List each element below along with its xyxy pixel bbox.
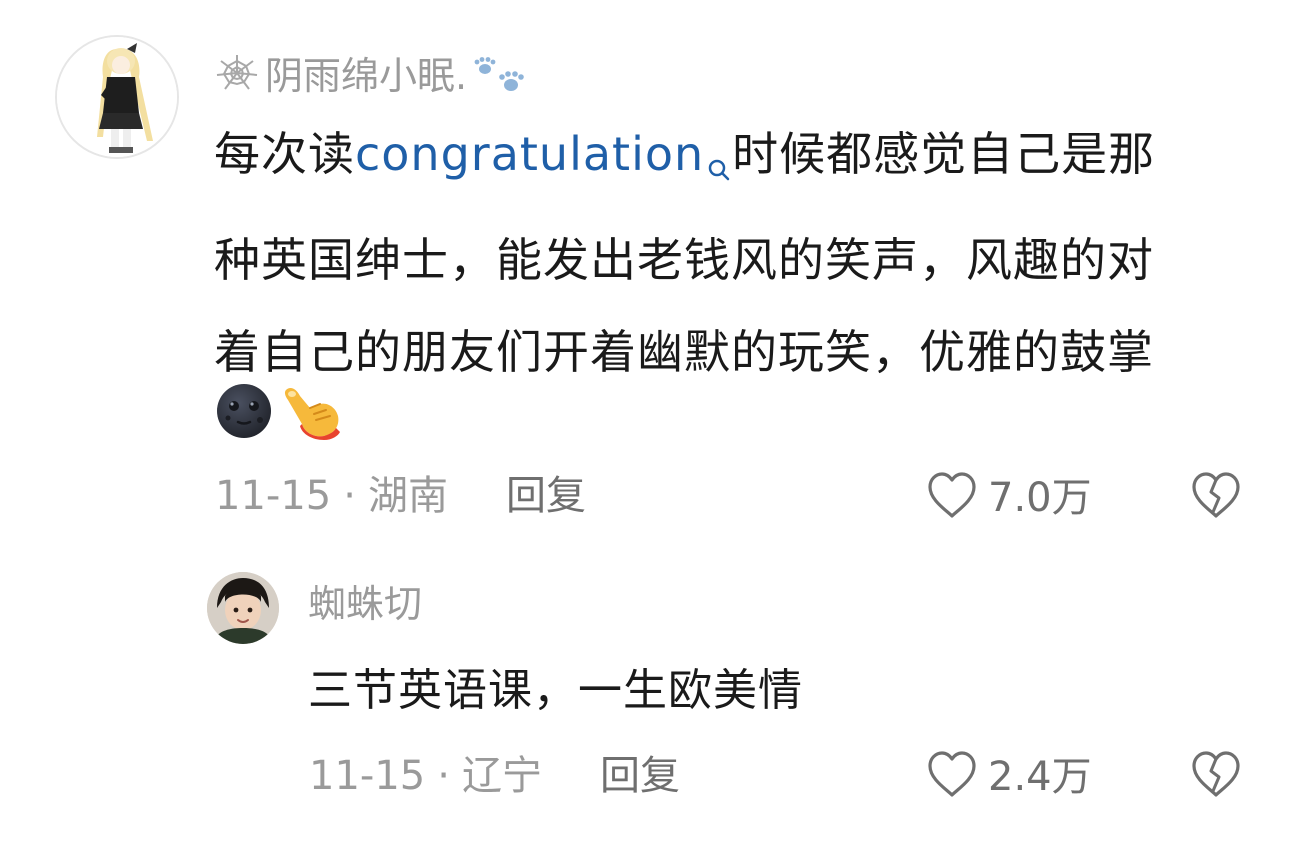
comment-item: 阴雨绵小眠. 每次读congratulation 时候都感觉自己是那 种英国绅士… [0,0,1309,540]
reply-date: 11-15 [309,753,426,799]
comment-location: 湖南 [367,473,448,519]
anime-girl-avatar-image [57,37,177,157]
heart-outline-icon [924,470,980,526]
reply-button[interactable]: 回复 [506,476,586,516]
commenter-username: 阴雨绵小眠. [265,54,468,98]
spiderweb-icon [215,53,259,99]
reply-location: 辽宁 [461,753,542,799]
replier-avatar[interactable] [207,572,279,644]
comment-text-prefix: 每次读 [214,127,355,181]
comment-line-3: 着自己的朋友们开着幽默的玩笑，优雅的鼓掌 [214,325,1154,379]
meta-separator: · [437,753,450,799]
paw-prints-icon [473,57,525,103]
heart-outline-icon [924,749,980,805]
reply-meta: 11-15 · 辽宁 回复 [309,756,680,796]
reply-item: 蜘蛛切 三节英语课，一生欧美情 11-15 · 辽宁 回复 2.4万 [0,555,1309,851]
comment-meta: 11-15 · 湖南 回复 [215,476,586,516]
meta-separator: · [343,473,356,519]
search-icon [706,122,732,214]
commenter-username-row[interactable]: 阴雨绵小眠. [215,49,525,103]
dislike-button[interactable] [1188,749,1244,805]
new-moon-face-emoji [214,382,274,442]
reply-button[interactable]: 回复 [600,756,680,796]
search-keyword-text: congratulation [355,127,705,181]
like-button[interactable]: 2.4万 [924,749,1092,805]
comment-date: 11-15 [215,473,332,519]
like-count: 7.0万 [988,475,1092,521]
commenter-avatar[interactable] [55,35,179,159]
like-count: 2.4万 [988,754,1092,800]
comment-body: 每次读congratulation 时候都感觉自己是那 种英国绅士，能发出老钱风… [214,108,1274,398]
search-keyword-link[interactable]: congratulation [355,127,732,181]
broken-heart-icon [1188,749,1244,805]
reply-body: 三节英语课，一生欧美情 [308,665,803,716]
emoji-row [214,382,346,442]
replier-username[interactable]: 蜘蛛切 [308,585,422,623]
broken-heart-icon [1188,470,1244,526]
dislike-button[interactable] [1188,470,1244,526]
like-button[interactable]: 7.0万 [924,470,1092,526]
child-photo-avatar-image [207,572,279,644]
comment-line-1-rest: 时候都感觉自己是那 [732,127,1156,181]
comment-line-1: 每次读congratulation 时候都感觉自己是那 [214,108,1274,214]
pointing-hand-emoji [280,382,346,442]
comment-line-2: 种英国绅士，能发出老钱风的笑声，风趣的对 [214,233,1154,287]
